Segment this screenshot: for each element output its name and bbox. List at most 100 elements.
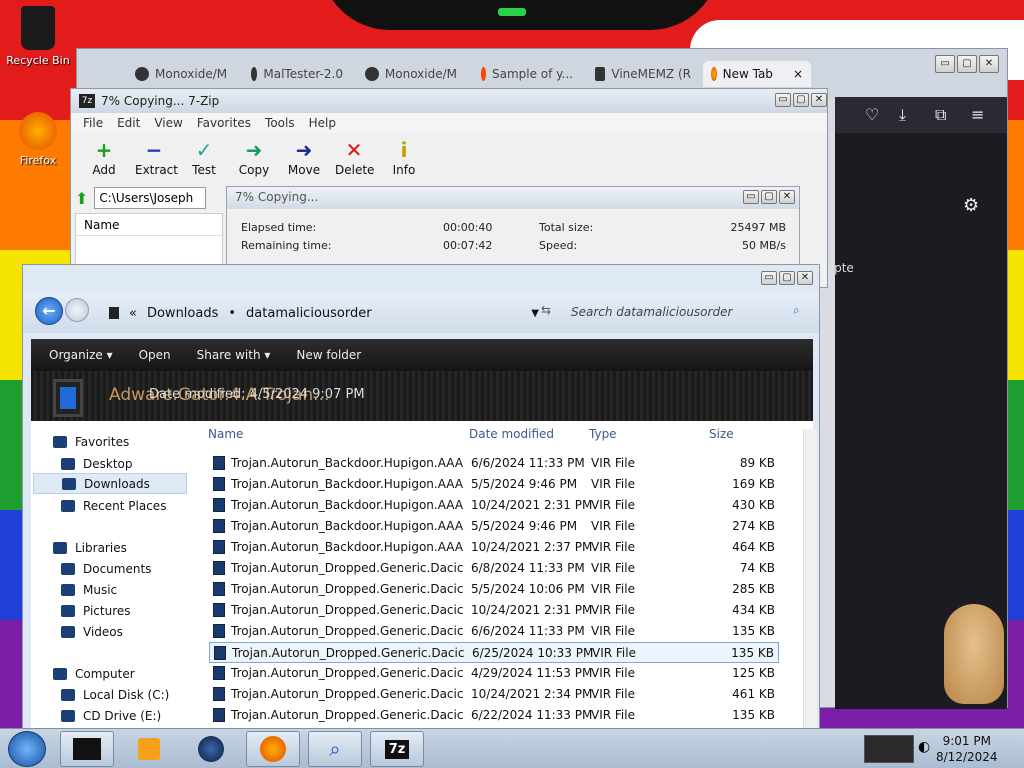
info-button[interactable]: i Info xyxy=(385,137,423,177)
maximize-button[interactable]: ▢ xyxy=(779,271,795,285)
minimize-button[interactable]: ▭ xyxy=(743,190,759,204)
file-row[interactable]: Trojan.Autorun_Dropped.Generic.Dacic.0..… xyxy=(209,663,779,684)
file-row[interactable]: Trojan.Autorun_Backdoor.Hupigon.AAA... 10… xyxy=(209,537,779,558)
nav-pictures[interactable]: Pictures xyxy=(61,604,131,618)
taskbar-app-7zip[interactable]: 7z xyxy=(370,731,424,767)
desktop-icon-firefox[interactable]: Firefox xyxy=(0,112,76,167)
nav-computer[interactable]: Computer xyxy=(53,667,135,681)
file-row[interactable]: Trojan.Autorun_Dropped.Generic.Dacic.0..… xyxy=(209,705,779,726)
menu-help[interactable]: Help xyxy=(309,116,336,130)
file-row[interactable]: Trojan.Autorun_Backdoor.Hupigon.AAA... 6/… xyxy=(209,453,779,474)
breadcrumb-current[interactable]: datamaliciousorder xyxy=(246,306,372,321)
remaining-value: 00:07:42 xyxy=(443,239,493,252)
minimize-button[interactable]: ▭ xyxy=(761,271,777,285)
browser-tab[interactable]: MalTester-2.0 xyxy=(243,61,351,87)
browser-tab[interactable]: VineMEMZ (R xyxy=(587,61,699,87)
file-row[interactable]: Trojan.Autorun_Dropped.Generic.Dacic.0..… xyxy=(209,621,779,642)
column-header-name[interactable]: Name xyxy=(208,427,243,441)
nav-favorites[interactable]: Favorites xyxy=(53,435,129,449)
sevenzip-path-field[interactable]: C:\Users\Joseph xyxy=(94,187,207,209)
column-header-type[interactable]: Type xyxy=(589,427,617,441)
file-row[interactable]: Trojan.Autorun_Dropped.Generic.Dacic.0..… xyxy=(209,642,779,663)
close-button[interactable]: ✕ xyxy=(979,55,999,73)
column-header-date[interactable]: Date modified xyxy=(469,427,554,441)
new-folder-button[interactable]: New folder xyxy=(296,348,361,362)
add-button[interactable]: + Add xyxy=(85,137,123,177)
browser-tab-active[interactable]: New Tab × xyxy=(703,61,811,87)
open-button[interactable]: Open xyxy=(139,348,171,362)
menu-edit[interactable]: Edit xyxy=(117,116,140,130)
test-button[interactable]: ✓ Test xyxy=(185,137,223,177)
nav-libraries[interactable]: Libraries xyxy=(53,541,127,555)
taskbar-app-search[interactable]: ⌕ xyxy=(308,731,362,767)
file-row[interactable]: Trojan.Autorun_Dropped.Generic.Dacic.1..… xyxy=(209,600,779,621)
column-header-size[interactable]: Size xyxy=(709,427,734,441)
file-row[interactable]: Trojan.Autorun_Dropped.Generic.Dacic.1..… xyxy=(209,579,779,600)
file-row[interactable]: Trojan.Autorun_Backdoor.Hupigon.AAA... 10… xyxy=(209,495,779,516)
organize-button[interactable]: Organize ▾ xyxy=(49,348,113,362)
nav-documents[interactable]: Documents xyxy=(61,562,151,576)
menu-file[interactable]: File xyxy=(83,116,103,130)
file-row[interactable]: Trojan.Autorun_Backdoor.Hupigon.AAA... 5/… xyxy=(209,516,779,537)
maximize-button[interactable]: ▢ xyxy=(957,55,977,73)
gear-icon[interactable]: ⚙ xyxy=(963,195,979,216)
menu-view[interactable]: View xyxy=(154,116,182,130)
extensions-icon[interactable]: ⧉ xyxy=(935,105,946,125)
search-icon[interactable]: ⌕ xyxy=(793,303,800,318)
nav-music[interactable]: Music xyxy=(61,583,117,597)
taskbar-app-globe[interactable] xyxy=(184,731,238,767)
up-folder-icon[interactable]: ⬆ xyxy=(75,189,88,208)
nav-downloads[interactable]: Downloads xyxy=(33,473,187,494)
nav-local-disk[interactable]: Local Disk (C:) xyxy=(61,688,169,702)
vertical-scrollbar[interactable] xyxy=(803,429,817,729)
elapsed-label: Elapsed time: xyxy=(241,221,317,234)
column-header-name[interactable]: Name xyxy=(76,214,222,236)
network-icon[interactable]: ◐ xyxy=(918,739,930,755)
tray-notification-icon[interactable] xyxy=(864,735,914,763)
minimize-button[interactable]: ▭ xyxy=(775,93,791,107)
breadcrumb[interactable]: « Downloads • datamaliciousorder ▼ xyxy=(109,301,539,325)
refresh-icon[interactable]: ⇆ xyxy=(541,303,551,317)
browser-tab[interactable]: Monoxide/M xyxy=(127,61,237,87)
search-input[interactable]: Search datamaliciousorder xyxy=(567,301,807,325)
file-row[interactable]: Trojan.Autorun_Dropped.Generic.Dacic.1..… xyxy=(209,558,779,579)
desktop-icon-recycle-bin[interactable]: Recycle Bin xyxy=(0,6,76,67)
nav-videos[interactable]: Videos xyxy=(61,625,123,639)
file-size: 125 KB xyxy=(732,666,775,680)
nav-desktop[interactable]: Desktop xyxy=(61,457,133,471)
chevron-down-icon[interactable]: ▼ xyxy=(531,308,539,319)
taskbar-app-media[interactable] xyxy=(122,731,176,767)
browser-tab[interactable]: Sample of y... xyxy=(473,61,581,87)
file-row[interactable]: Trojan.Autorun_Dropped.Generic.Dacic.0..… xyxy=(209,684,779,705)
menu-favorites[interactable]: Favorites xyxy=(197,116,251,130)
forward-button[interactable] xyxy=(65,298,89,322)
taskbar-app-terminal[interactable] xyxy=(60,731,114,767)
nav-recent-places[interactable]: Recent Places xyxy=(61,499,166,513)
explorer-nav-bar: ← « Downloads • datamaliciousorder ▼ ⇆ S… xyxy=(23,293,819,333)
menu-tools[interactable]: Tools xyxy=(265,116,295,130)
browser-tab[interactable]: Monoxide/M xyxy=(357,61,465,87)
close-button[interactable]: ✕ xyxy=(797,271,813,285)
close-tab-icon[interactable]: × xyxy=(793,67,803,81)
nav-cd-drive[interactable]: CD Drive (E:) xyxy=(61,709,161,723)
menu-icon[interactable]: ≡ xyxy=(971,105,984,124)
pocket-icon[interactable]: ♡ xyxy=(865,105,879,124)
taskbar-clock[interactable]: 9:01 PM 8/12/2024 xyxy=(936,733,998,765)
close-button[interactable]: ✕ xyxy=(779,190,795,204)
minimize-button[interactable]: ▭ xyxy=(935,55,955,73)
maximize-button[interactable]: ▢ xyxy=(761,190,777,204)
share-with-button[interactable]: Share with ▾ xyxy=(197,348,271,362)
extract-button[interactable]: − Extract xyxy=(135,137,178,177)
file-row[interactable]: Trojan.Autorun_Backdoor.Hupigon.AAA... 5/… xyxy=(209,474,779,495)
copy-button[interactable]: ➜ Copy xyxy=(235,137,273,177)
back-button[interactable]: ← xyxy=(35,297,63,325)
speed-value: 50 MB/s xyxy=(742,239,786,252)
breadcrumb-downloads[interactable]: Downloads xyxy=(147,306,218,321)
taskbar-app-firefox[interactable] xyxy=(246,731,300,767)
close-button[interactable]: ✕ xyxy=(811,93,827,107)
move-button[interactable]: ➜ Move xyxy=(285,137,323,177)
start-button[interactable] xyxy=(8,731,46,767)
delete-button[interactable]: ✕ Delete xyxy=(335,137,374,177)
maximize-button[interactable]: ▢ xyxy=(793,93,809,107)
download-icon[interactable]: ⤓ xyxy=(899,105,906,125)
